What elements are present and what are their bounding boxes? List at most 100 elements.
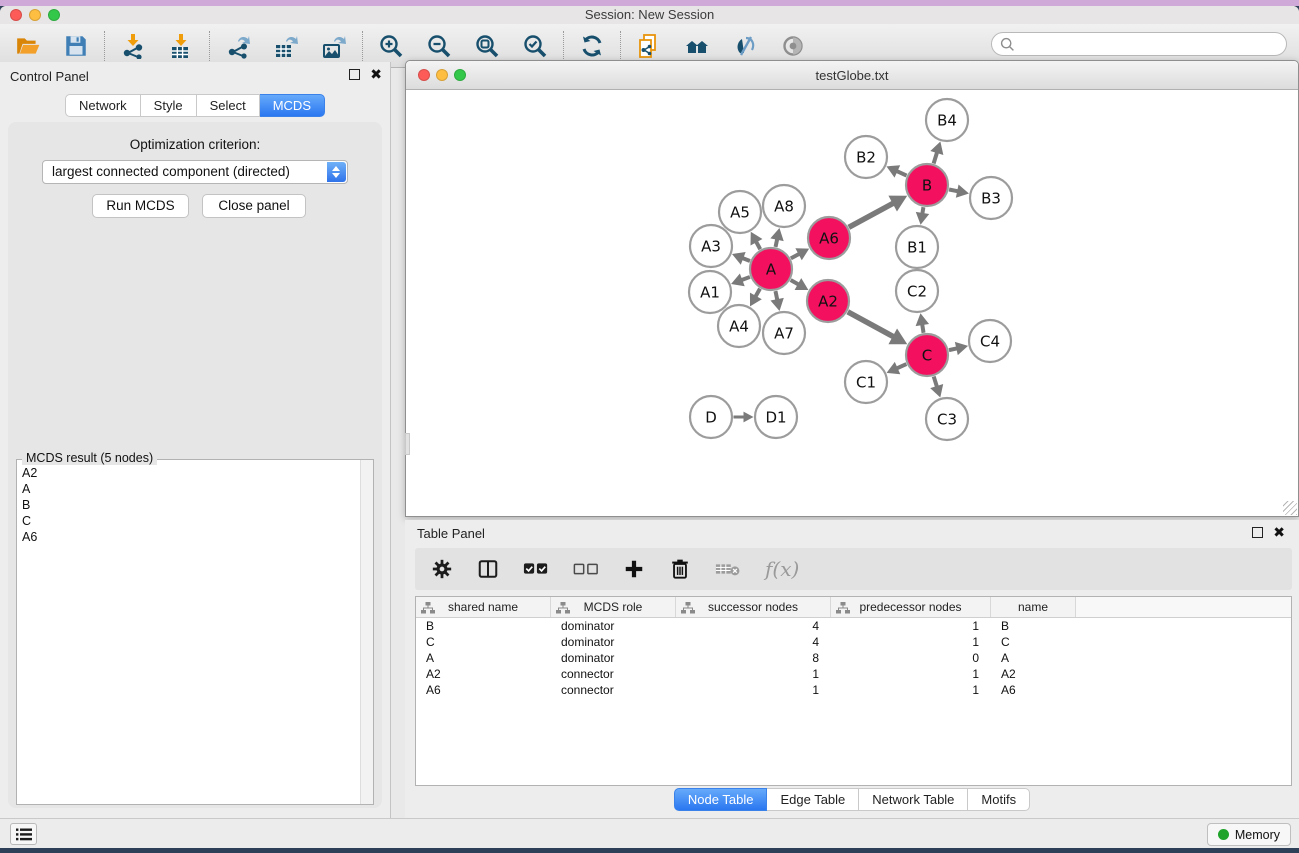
task-history-button[interactable] bbox=[10, 823, 37, 845]
tab-edge-table[interactable]: Edge Table bbox=[767, 788, 859, 811]
tab-network[interactable]: Network bbox=[65, 94, 141, 117]
column-header-name[interactable]: name bbox=[991, 597, 1076, 617]
graph-edge-A-A1[interactable] bbox=[741, 277, 750, 280]
table-cell[interactable]: 1 bbox=[831, 618, 991, 634]
import-network-button[interactable] bbox=[119, 32, 147, 60]
toggle-columns-button[interactable] bbox=[477, 558, 499, 580]
table-row[interactable]: Bdominator41B bbox=[416, 618, 1291, 634]
save-session-button[interactable] bbox=[62, 32, 90, 60]
table-cell[interactable]: 0 bbox=[831, 650, 991, 666]
list-scrollbar[interactable] bbox=[360, 460, 373, 804]
table-cell[interactable]: C bbox=[991, 634, 1076, 650]
table-cell[interactable]: A bbox=[991, 650, 1076, 666]
table-cell[interactable]: B bbox=[416, 618, 551, 634]
table-cell[interactable]: 4 bbox=[676, 618, 831, 634]
graph-edge-B-B1[interactable] bbox=[922, 207, 923, 214]
table-cell[interactable]: 1 bbox=[831, 666, 991, 682]
graph-edge-A-A2[interactable] bbox=[791, 280, 799, 285]
window-edge-handle[interactable] bbox=[405, 433, 410, 455]
refresh-button[interactable] bbox=[578, 32, 606, 60]
zoom-fit-button[interactable] bbox=[473, 32, 501, 60]
table-cell[interactable]: A2 bbox=[991, 666, 1076, 682]
tab-mcds[interactable]: MCDS bbox=[260, 94, 325, 117]
table-cell[interactable]: B bbox=[991, 618, 1076, 634]
table-cell[interactable]: 1 bbox=[676, 666, 831, 682]
memory-button[interactable]: Memory bbox=[1207, 823, 1291, 846]
zoom-in-button[interactable] bbox=[377, 32, 405, 60]
column-header-predecessor-nodes[interactable]: predecessor nodes bbox=[831, 597, 991, 617]
graph-edge-C-C1[interactable] bbox=[897, 364, 907, 368]
tab-select[interactable]: Select bbox=[197, 94, 260, 117]
graph-edge-A2-C[interactable] bbox=[848, 312, 894, 337]
table-cell[interactable]: A2 bbox=[416, 666, 551, 682]
function-builder-button[interactable]: f(x) bbox=[765, 557, 799, 581]
unselect-all-columns-button[interactable] bbox=[573, 560, 599, 578]
mcds-result-item[interactable]: A2 bbox=[17, 465, 360, 481]
delete-column-button[interactable] bbox=[669, 558, 691, 580]
graph-edge-A-A7[interactable] bbox=[775, 291, 777, 300]
graph-edge-C-C3[interactable] bbox=[934, 376, 937, 387]
column-header-shared-name[interactable]: shared name bbox=[416, 597, 551, 617]
resize-grip-icon[interactable] bbox=[1283, 501, 1297, 515]
table-cell[interactable]: connector bbox=[551, 682, 676, 698]
column-header-MCDS-role[interactable]: MCDS role bbox=[551, 597, 676, 617]
graph-edge-B-B2[interactable] bbox=[896, 171, 906, 176]
table-cell[interactable]: A6 bbox=[991, 682, 1076, 698]
criterion-dropdown[interactable]: largest connected component (directed) bbox=[42, 160, 348, 184]
delete-table-button[interactable] bbox=[715, 560, 741, 578]
clone-network-button[interactable] bbox=[635, 32, 663, 60]
close-table-panel-icon[interactable]: ✖ bbox=[1273, 527, 1285, 538]
add-column-button[interactable] bbox=[623, 558, 645, 580]
graphics-details-button[interactable] bbox=[731, 32, 759, 60]
table-settings-button[interactable] bbox=[431, 558, 453, 580]
zoom-selected-button[interactable] bbox=[521, 32, 549, 60]
table-row[interactable]: A2connector11A2 bbox=[416, 666, 1291, 682]
table-cell[interactable]: 1 bbox=[831, 682, 991, 698]
table-cell[interactable]: A6 bbox=[416, 682, 551, 698]
import-table-button[interactable] bbox=[167, 32, 195, 60]
table-cell[interactable]: dominator bbox=[551, 618, 676, 634]
table-cell[interactable]: dominator bbox=[551, 650, 676, 666]
float-panel-icon[interactable] bbox=[349, 69, 360, 80]
table-cell[interactable]: C bbox=[416, 634, 551, 650]
table-cell[interactable]: 8 bbox=[676, 650, 831, 666]
mcds-result-item[interactable]: C bbox=[17, 513, 360, 529]
table-cell[interactable]: A bbox=[416, 650, 551, 666]
export-table-button[interactable] bbox=[272, 32, 300, 60]
select-all-columns-button[interactable] bbox=[523, 560, 549, 578]
column-header-successor-nodes[interactable]: successor nodes bbox=[676, 597, 831, 617]
mcds-result-item[interactable]: A bbox=[17, 481, 360, 497]
network-window-titlebar[interactable]: testGlobe.txt bbox=[406, 61, 1298, 90]
graph-edge-C-C2[interactable] bbox=[922, 324, 923, 333]
zoom-out-button[interactable] bbox=[425, 32, 453, 60]
graph-edge-A-A6[interactable] bbox=[791, 254, 800, 259]
tab-motifs[interactable]: Motifs bbox=[968, 788, 1030, 811]
table-cell[interactable]: 1 bbox=[676, 682, 831, 698]
table-cell[interactable]: 4 bbox=[676, 634, 831, 650]
tab-style[interactable]: Style bbox=[141, 94, 197, 117]
table-row[interactable]: A6connector11A6 bbox=[416, 682, 1291, 698]
graph-edge-A-A5[interactable] bbox=[756, 241, 760, 249]
tab-network-table[interactable]: Network Table bbox=[859, 788, 968, 811]
run-mcds-button[interactable]: Run MCDS bbox=[92, 194, 189, 218]
graph-edge-A-A8[interactable] bbox=[776, 239, 778, 247]
float-table-panel-icon[interactable] bbox=[1252, 527, 1263, 538]
open-file-button[interactable] bbox=[14, 32, 42, 60]
table-cell[interactable]: 1 bbox=[831, 634, 991, 650]
graph-edge-C-C4[interactable] bbox=[949, 348, 957, 350]
graph-edge-A6-B[interactable] bbox=[849, 203, 894, 227]
graph-edge-B-B3[interactable] bbox=[949, 189, 958, 191]
export-image-button[interactable] bbox=[320, 32, 348, 60]
table-cell[interactable]: connector bbox=[551, 666, 676, 682]
table-row[interactable]: Cdominator41C bbox=[416, 634, 1291, 650]
graph-edge-A-A3[interactable] bbox=[742, 258, 750, 261]
eye-button[interactable] bbox=[779, 32, 807, 60]
mcds-result-item[interactable]: A6 bbox=[17, 529, 360, 545]
table-cell[interactable]: dominator bbox=[551, 634, 676, 650]
mcds-result-item[interactable]: B bbox=[17, 497, 360, 513]
table-row[interactable]: Adominator80A bbox=[416, 650, 1291, 666]
graph-edge-B-B4[interactable] bbox=[934, 152, 938, 163]
network-canvas[interactable]: AA2A6BCA1A3A4A5A7A8B1B2B3B4C1C2C3C4DD1 bbox=[406, 90, 1298, 516]
export-network-button[interactable] bbox=[224, 32, 252, 60]
home-button[interactable] bbox=[683, 32, 711, 60]
